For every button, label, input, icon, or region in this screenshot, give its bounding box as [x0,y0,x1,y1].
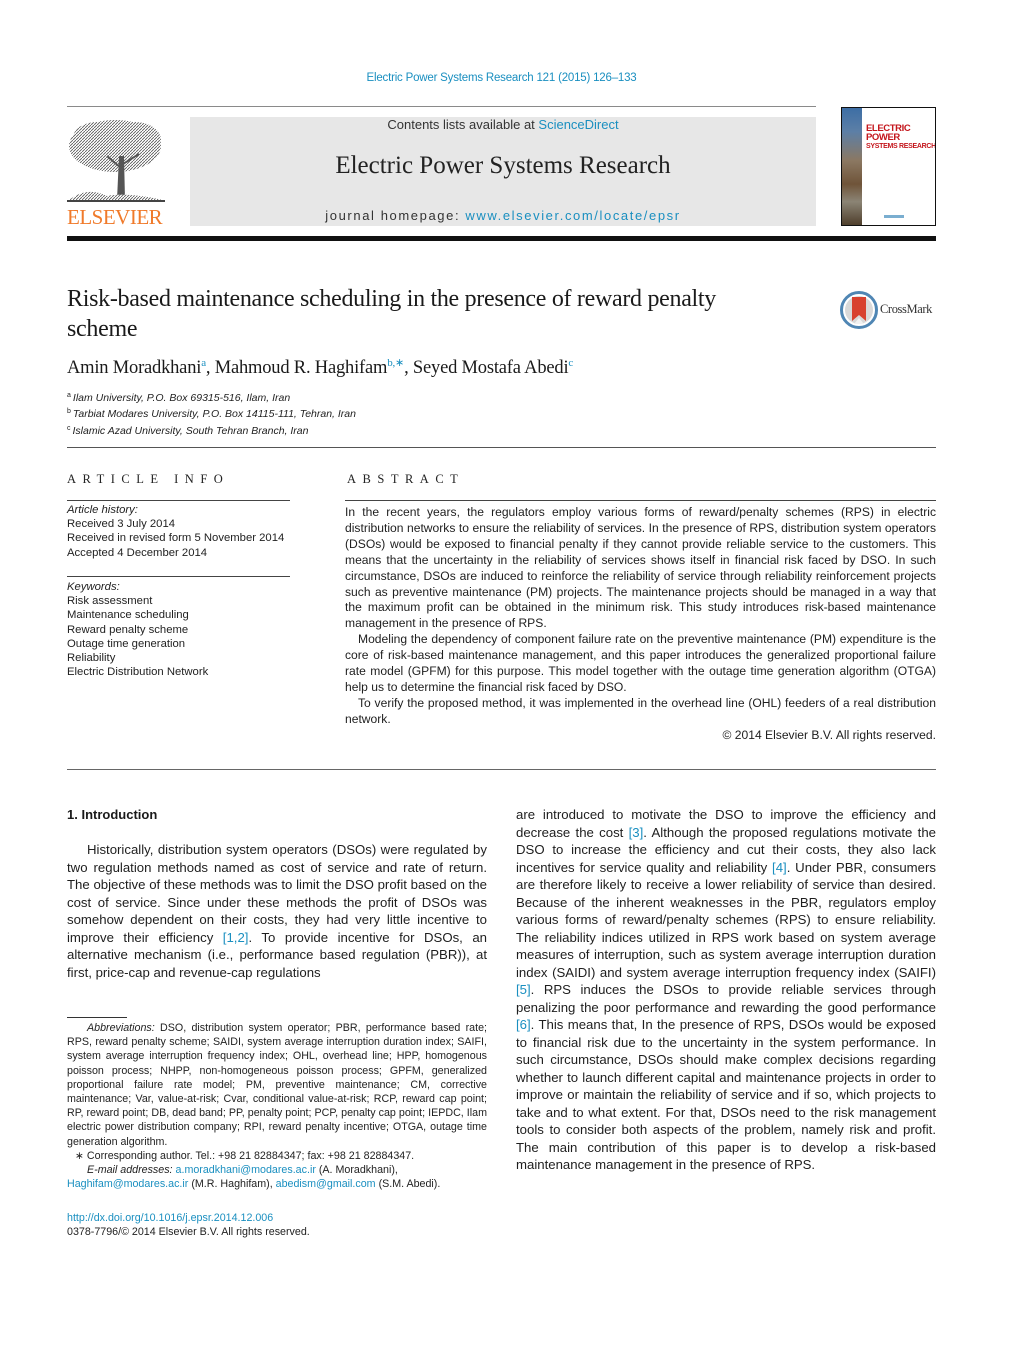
cover-publisher-mark [884,215,904,218]
running-head[interactable]: Electric Power Systems Research 121 (201… [0,72,1003,84]
keyword: Reward penalty scheme [67,623,189,636]
keyword: Electric Distribution Network [67,666,209,679]
affiliation: a Ilam University, P.O. Box 69315-516, Il… [67,389,356,405]
author-affiliation-marker[interactable]: c [568,357,573,369]
citation-link[interactable]: [3] [629,825,644,840]
citation-link[interactable]: [4] [772,860,787,875]
affiliation-marker: b [67,408,71,416]
cover-title: ELECTRIC POWER SYSTEMS RESEARCH [866,123,936,151]
contents-prefix: Contents lists available at [387,117,539,132]
abstract-rule [345,500,936,501]
author-affiliation-marker[interactable]: a [201,357,206,369]
affiliation: b Tarbiat Modares University, P.O. Box 14… [67,405,356,421]
doi-link[interactable]: http://dx.doi.org/10.1016/j.epsr.2014.12… [67,1211,310,1225]
abstract-heading: ABSTRACT [347,472,465,486]
affiliation-text: Tarbiat Modares University, P.O. Box 141… [72,408,356,421]
author-name[interactable]: Amin Moradkhani [67,358,201,378]
body-text: . RPS induces the DSOs to provide reliab… [516,982,936,1015]
journal-banner: Contents lists available at ScienceDirec… [190,117,816,226]
history-entry: Received 3 July 2014 [67,518,176,531]
elsevier-logo[interactable]: ELSEVIER [67,116,167,228]
abstract-paragraph: Modeling the dependency of component fai… [345,632,936,694]
crossmark-icon [840,291,878,329]
homepage-link[interactable]: www.elsevier.com/locate/epsr [465,208,680,223]
corresponding-author-footnote: ∗ Corresponding author. Tel.: +98 21 828… [75,1149,415,1162]
email-owner: (S.M. Abedi). [375,1178,441,1191]
email-footnote: E-mail addresses: a.moradkhani@modares.a… [67,1163,487,1191]
abstract-body: In the recent years, the regulators empl… [345,505,936,728]
article-info-heading: ARTICLE INFO [67,472,230,486]
email-link[interactable]: Haghifam@modares.ac.ir [67,1178,188,1190]
article-info-rule [67,500,290,501]
article-history-label: Article history: [67,504,138,516]
keywords: Keywords: Risk assessment Maintenance sc… [67,580,307,679]
author-list: Amin Moradkhania, Mahmoud R. Haghifamb,∗… [67,357,574,378]
email-label: E-mail addresses: [87,1164,173,1177]
footnotes: Abbreviations: DSO, distribution system … [67,1021,487,1191]
affiliation-marker: c [67,424,71,432]
front-matter-divider [67,447,936,448]
article-history: Article history: Received 3 July 2014 Re… [67,503,307,560]
history-entry: Received in revised form 5 November 2014 [67,532,285,545]
abstract-copyright: © 2014 Elsevier B.V. All rights reserved… [722,728,937,742]
cover-photo-strip [842,108,862,225]
contents-availability: Contents lists available at ScienceDirec… [190,117,816,132]
elsevier-tree-icon [67,120,165,202]
email-link[interactable]: abedism@gmail.com [276,1178,376,1190]
keywords-rule [67,576,290,577]
journal-title: Electric Power Systems Research [335,152,671,179]
keyword: Outage time generation [67,637,186,650]
body-column-right: are introduced to motivate the DSO to im… [516,806,936,1174]
citation-link[interactable]: [1,2] [223,930,249,945]
crossmark-label: CrossMark [880,302,932,316]
affiliation-text: Ilam University, P.O. Box 69315-516, Ila… [72,392,291,404]
history-entry: Accepted 4 December 2014 [67,546,208,559]
body-text: . This means that, In the presence of RP… [516,1017,936,1172]
issn-copyright: 0378-7796/© 2014 Elsevier B.V. All right… [67,1226,310,1239]
email-owner: (M.R. Haghifam), [188,1178,276,1191]
elsevier-wordmark: ELSEVIER [67,205,163,229]
section-heading-introduction: 1. Introduction [67,807,158,822]
author-name[interactable]: Mahmoud R. Haghifam [215,358,388,378]
affiliation-text: Islamic Azad University, South Tehran Br… [72,424,309,437]
header-divider [67,106,816,107]
body-paragraph: are introduced to motivate the DSO to im… [516,806,936,1174]
keywords-label: Keywords: [67,581,120,593]
citation-link[interactable]: [6] [516,1017,531,1032]
journal-cover-thumbnail[interactable]: ELECTRIC POWER SYSTEMS RESEARCH [841,107,936,226]
body-divider [67,769,936,770]
abstract-paragraph: In the recent years, the regulators empl… [345,505,936,631]
sciencedirect-link[interactable]: ScienceDirect [538,117,618,132]
citation-link[interactable]: [5] [516,982,531,997]
email-owner: (A. Moradkhani), [315,1164,398,1177]
doi-block: http://dx.doi.org/10.1016/j.epsr.2014.12… [67,1211,310,1240]
footnote-rule [67,1017,127,1018]
keyword: Reliability [67,652,116,665]
abbreviations-label: Abbreviations: [87,1022,155,1034]
journal-homepage: journal homepage: www.elsevier.com/locat… [190,208,816,223]
body-paragraph: Historically, distribution system operat… [67,841,487,981]
author-affiliation-marker[interactable]: b,∗ [387,357,404,369]
keyword: Risk assessment [67,595,153,608]
cover-title-line2: SYSTEMS RESEARCH [866,143,936,150]
article-title: Risk-based maintenance scheduling in the… [67,286,716,342]
header-thick-rule [67,236,936,241]
author-name[interactable]: Seyed Mostafa Abedi [413,358,569,378]
crossmark-badge[interactable]: CrossMark [840,291,940,329]
body-column-left: Historically, distribution system operat… [67,841,487,981]
cover-title-line1: ELECTRIC POWER [866,123,911,143]
affiliation: c Islamic Azad University, South Tehran B… [67,422,356,438]
homepage-prefix: journal homepage: [325,208,466,223]
abstract-paragraph: To verify the proposed method, it was im… [345,695,936,726]
body-text: . Under PBR, consumers are therefore lik… [516,859,936,980]
keyword: Maintenance scheduling [67,609,189,622]
affiliation-marker: a [67,392,71,399]
email-link[interactable]: a.moradkhani@modares.ac.ir [176,1164,316,1176]
abbreviations-footnote: Abbreviations: DSO, distribution system … [67,1021,487,1149]
affiliation-list: a Ilam University, P.O. Box 69315-516, Il… [67,389,356,438]
abbreviations-text: DSO, distribution system operator; PBR, … [67,1022,487,1148]
